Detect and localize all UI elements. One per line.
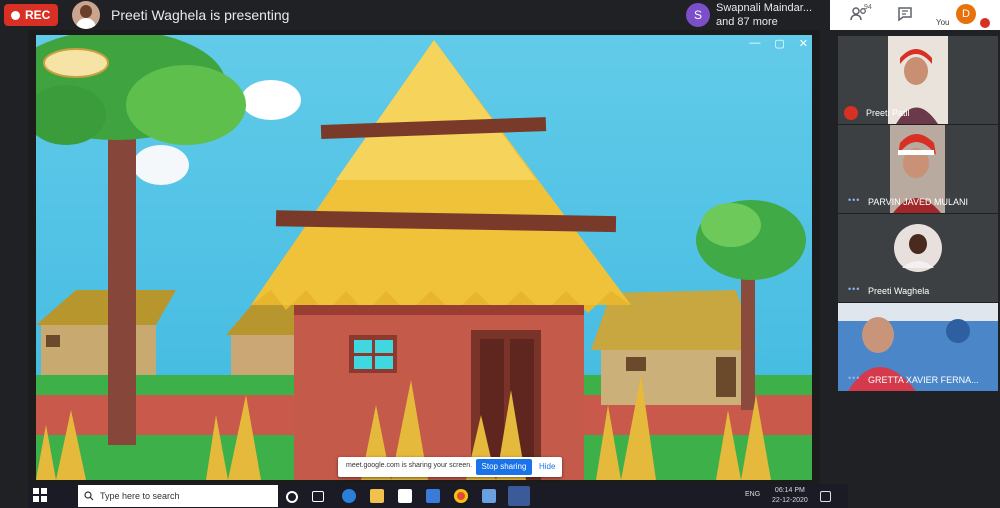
participant-initial-avatar: S	[686, 3, 710, 27]
participant-count-badge: 94	[864, 4, 872, 11]
participant-chip-name: Swapnali Maindar...	[716, 2, 812, 14]
mic-off-icon	[980, 18, 990, 28]
rec-label: REC	[25, 8, 51, 22]
participant-video	[838, 36, 998, 124]
app-icon[interactable]	[482, 489, 496, 503]
self-view-chip[interactable]: You D	[920, 0, 1000, 30]
notification-icon[interactable]	[820, 491, 831, 502]
taskbar-search-box[interactable]: Type here to search	[78, 485, 278, 507]
mail-icon[interactable]	[426, 489, 440, 503]
language-indicator[interactable]: ENG	[745, 491, 760, 498]
stop-sharing-button[interactable]: Stop sharing	[476, 459, 532, 475]
presenter-text: Preeti Waghela is presenting	[111, 7, 290, 23]
active-app-icon[interactable]	[508, 486, 530, 506]
file-explorer-icon[interactable]	[370, 489, 384, 503]
window-controls: — ▢ ✕	[749, 37, 808, 50]
task-view-icon[interactable]	[312, 491, 324, 502]
participants-chip[interactable]: S Swapnali Maindar... and 87 more	[684, 1, 819, 29]
hide-button[interactable]: Hide	[539, 462, 555, 471]
cartoon-hut-scene	[36, 35, 812, 480]
mic-off-icon	[844, 106, 858, 120]
maximize-icon[interactable]: ▢	[774, 37, 784, 50]
chat-button[interactable]	[875, 0, 920, 30]
record-dot-icon	[11, 10, 20, 20]
shared-screen: — ▢ ✕ meet.google.com is sharing your sc…	[28, 30, 848, 508]
minimize-icon[interactable]: —	[749, 37, 760, 50]
self-avatar: D	[956, 4, 976, 24]
participant-tile[interactable]: ••• GRETTA XAVIER FERNA...	[838, 303, 998, 391]
cortana-icon[interactable]	[286, 491, 298, 503]
search-icon	[84, 491, 94, 501]
participant-tile[interactable]: ••• PARVIN JAVED MULANI	[838, 125, 998, 213]
more-options-icon[interactable]: •••	[848, 284, 860, 294]
more-options-icon[interactable]: •••	[848, 373, 860, 383]
edge-icon[interactable]	[342, 489, 356, 503]
meeting-top-bar: REC Preeti Waghela is presenting S Swapn…	[0, 0, 1000, 30]
search-placeholder: Type here to search	[100, 491, 180, 501]
windows-start-icon[interactable]	[32, 487, 48, 503]
recording-badge: REC	[4, 4, 58, 26]
chat-icon	[898, 7, 912, 22]
more-options-icon[interactable]: •••	[848, 195, 860, 205]
presenter-avatar	[72, 1, 100, 29]
close-icon[interactable]: ✕	[799, 37, 808, 50]
windows-taskbar: Type here to search ENG 06:14 PM 22-12-2…	[28, 484, 848, 508]
participant-tile[interactable]: ••• Preeti Waghela	[838, 214, 998, 302]
store-icon[interactable]	[398, 489, 412, 503]
clock[interactable]: 06:14 PM 22-12-2020	[772, 486, 808, 506]
clock-date: 22-12-2020	[772, 497, 808, 504]
participant-name: Preeti Patil	[866, 108, 910, 118]
participant-chip-more: and 87 more	[716, 16, 778, 28]
participant-name: Preeti Waghela	[868, 286, 930, 296]
screen-sharing-bar: meet.google.com is sharing your screen. …	[338, 457, 562, 477]
self-label: You	[936, 18, 950, 27]
participant-name: PARVIN JAVED MULANI	[868, 197, 969, 207]
participant-tile[interactable]: Preeti Patil	[838, 36, 998, 124]
participant-name: GRETTA XAVIER FERNA...	[868, 375, 979, 385]
presentation-video: — ▢ ✕	[36, 35, 812, 480]
sharing-message: meet.google.com is sharing your screen.	[346, 462, 473, 469]
chrome-icon[interactable]	[454, 489, 468, 503]
clock-time: 06:14 PM	[774, 487, 805, 494]
